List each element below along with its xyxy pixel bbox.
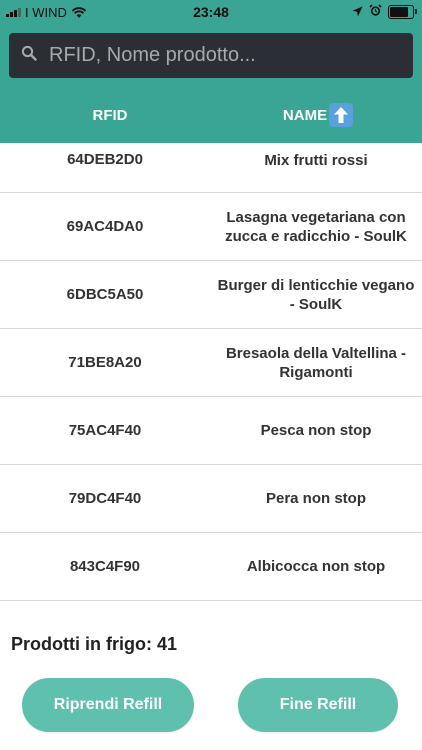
row-rfid: 79DC4F40 <box>68 490 142 507</box>
search-icon <box>21 45 37 66</box>
row-rfid: 6DBC5A50 <box>66 286 144 303</box>
status-bar-right <box>352 4 417 20</box>
row-rfid: 64DEB2D0 <box>67 151 143 168</box>
status-bar: I WIND 23:48 <box>0 0 422 24</box>
column-header-name-label: NAME <box>282 106 328 124</box>
search-bar[interactable] <box>9 33 413 78</box>
row-rfid: 843C4F90 <box>69 558 141 575</box>
footer: Prodotti in frigo: 41 Riprendi Refill Fi… <box>0 620 422 750</box>
column-header-name[interactable]: NAME <box>230 103 406 127</box>
end-refill-button[interactable]: Fine Refill <box>238 678 398 732</box>
resume-refill-button[interactable]: Riprendi Refill <box>22 678 194 732</box>
battery-icon <box>388 5 417 19</box>
row-product-name: Mix frutti rossi <box>264 152 368 169</box>
table-row[interactable]: 6DBC5A50 Burger di lenticchie vegano - So… <box>0 261 422 329</box>
search-input[interactable] <box>47 43 391 68</box>
table-row[interactable]: 69AC4DA0 Lasagna vegetariana con zucca e … <box>0 193 422 261</box>
arrow-up-icon[interactable] <box>329 103 354 127</box>
row-rfid: 71BE8A20 <box>68 354 142 371</box>
table-row[interactable]: 843C4F90 Albicocca non stop <box>0 533 422 601</box>
row-product-name: Pesca non stop <box>260 422 372 439</box>
column-header-rfid[interactable]: RFID <box>60 107 160 124</box>
products-in-fridge-count: Prodotti in frigo: 41 <box>11 634 177 654</box>
row-product-name: Pera non stop <box>265 490 366 507</box>
row-product-name: Burger di lenticchie vegano - SoulK <box>217 276 415 313</box>
row-product-name: Albicocca non stop <box>246 558 386 575</box>
row-product-name: Bresaola della Valtellina - Rigamonti <box>225 344 407 381</box>
table-row[interactable]: 64DEB2D0 Mix frutti rossi <box>0 143 422 193</box>
location-arrow-icon <box>352 5 363 20</box>
row-rfid: 75AC4F40 <box>68 422 142 439</box>
header: I WIND 23:48 RFID, Nome prodotto... RFID… <box>0 0 422 143</box>
row-product-name: Lasagna vegetariana con zucca e radicchi… <box>225 208 407 245</box>
table-row[interactable]: 79DC4F40 Pera non stop <box>0 465 422 533</box>
row-rfid: 69AC4DA0 <box>66 218 144 235</box>
alarm-icon <box>369 4 382 20</box>
table-row[interactable]: 71BE8A20 Bresaola della Valtellina - Riga… <box>0 329 422 397</box>
table-header: RFID NAME <box>0 100 422 130</box>
table-row[interactable]: 75AC4F40 Pesca non stop <box>0 397 422 465</box>
